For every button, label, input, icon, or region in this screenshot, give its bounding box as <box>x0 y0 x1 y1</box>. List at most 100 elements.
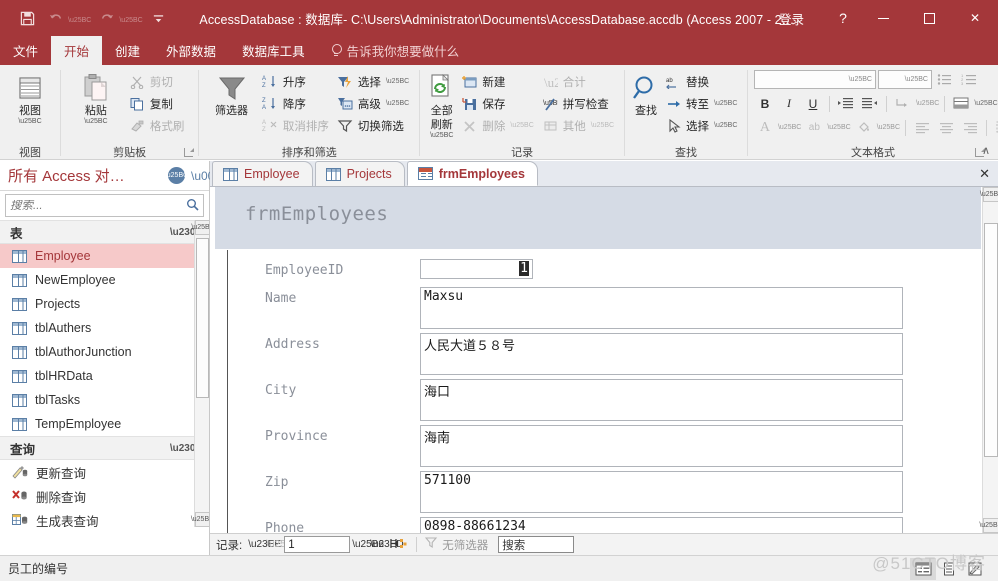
chevron-down-icon[interactable]: \u25BC <box>168 167 185 184</box>
customize-qat-icon[interactable] <box>146 6 172 30</box>
cut-button[interactable]: 剪切 <box>126 71 188 92</box>
filter-button[interactable]: 筛选器 <box>206 69 257 119</box>
last-record-icon[interactable]: \u23ED <box>370 539 386 550</box>
close-button[interactable]: ✕ <box>952 0 998 36</box>
field-input-address[interactable]: 人民大道５８号 <box>420 333 903 375</box>
align-center-button[interactable] <box>935 117 957 138</box>
redo-icon[interactable] <box>94 6 120 30</box>
find-button[interactable]: 查找 <box>632 69 660 119</box>
advanced-filter-button[interactable]: 高级 \u25BC <box>334 93 412 114</box>
view-button[interactable]: 视图 \u25BC <box>7 69 53 127</box>
undo-icon[interactable] <box>43 6 69 30</box>
save-icon[interactable] <box>14 6 40 30</box>
current-record-input[interactable] <box>284 536 350 553</box>
navigation-search-box[interactable] <box>5 194 204 217</box>
goto-button[interactable]: 转至 \u25BC <box>662 93 740 114</box>
toggle-filter-button[interactable]: 切换筛选 <box>334 115 412 136</box>
italic-button[interactable]: I <box>778 93 800 114</box>
next-record-icon[interactable]: \u25B6 <box>352 539 368 550</box>
sidebar-item-tblauthers[interactable]: tblAuthers <box>0 316 209 340</box>
new-record-icon[interactable] <box>388 538 408 552</box>
numbered-list-button[interactable]: 1 2 3 <box>958 69 980 90</box>
sidebar-item-tblauthorjunction[interactable]: tblAuthorJunction <box>0 340 209 364</box>
scroll-up-button[interactable]: \u25B2 <box>983 187 998 202</box>
align-left-button[interactable] <box>911 117 933 138</box>
scroll-down-button[interactable]: \u25BC <box>983 518 998 533</box>
bullet-list-button[interactable] <box>934 69 956 90</box>
nav-group-queries[interactable]: 查询 \u2303 <box>0 436 209 460</box>
copy-button[interactable]: 复制 <box>126 93 188 114</box>
tab-frmemployees[interactable]: frmEmployees <box>407 161 538 186</box>
ribbon-tab-external-data[interactable]: 外部数据 <box>153 36 229 65</box>
replace-button[interactable]: ab 替换 <box>662 71 740 92</box>
sidebar-item-delete-query[interactable]: 删除查询 <box>0 484 209 508</box>
sign-in-button[interactable]: 登录 <box>779 9 804 28</box>
sort-descending-button[interactable]: Z A 降序 <box>259 93 332 114</box>
font-color-button[interactable]: A <box>754 117 776 138</box>
background-color-button[interactable] <box>853 117 875 138</box>
tab-projects[interactable]: Projects <box>315 161 405 186</box>
sidebar-item-projects[interactable]: Projects <box>0 292 209 316</box>
goto-dropdown-icon[interactable]: \u25BC <box>714 100 737 107</box>
text-direction-button[interactable] <box>892 93 914 114</box>
scrollbar-thumb[interactable] <box>984 223 998 457</box>
ribbon-tab-file[interactable]: 文件 <box>0 36 51 65</box>
gridlines-dropdown-icon[interactable]: \u25BC <box>974 100 997 107</box>
clear-sort-button[interactable]: A Z 取消排序 <box>259 115 332 136</box>
sidebar-item-newemployee[interactable]: NewEmployee <box>0 268 209 292</box>
select-button[interactable]: 选择 \u25BC <box>662 115 740 136</box>
paste-button[interactable]: 粘贴 \u25BC <box>68 69 124 127</box>
advanced-dropdown-icon[interactable]: \u25BC <box>386 100 409 107</box>
alternate-row-color-button[interactable] <box>992 117 998 138</box>
sidebar-item-tblhrdata[interactable]: tblHRData <box>0 364 209 388</box>
text-direction-dropdown-icon[interactable]: \u25BC <box>916 100 939 107</box>
increase-indent-button[interactable] <box>835 93 857 114</box>
tell-me-box[interactable]: 告诉我你想要做什么 <box>318 36 460 65</box>
form-scrollbar[interactable]: \u25B2 \u25BC <box>982 187 998 533</box>
field-input-zip[interactable]: 571100 <box>420 471 903 513</box>
font-name-dropdown-icon[interactable]: \u25BC <box>849 76 872 83</box>
spelling-button[interactable]: \u5B57 拼写检查 <box>539 93 617 114</box>
font-size-dropdown-icon[interactable]: \u25BC <box>905 76 928 83</box>
field-input-province[interactable]: 海南 <box>420 425 903 467</box>
scroll-up-button[interactable]: \u25B2 <box>195 220 209 235</box>
help-button[interactable]: ? <box>826 10 860 26</box>
redo-dropdown-icon[interactable]: \u25BC <box>119 17 142 24</box>
sidebar-item-employee[interactable]: Employee <box>0 244 209 268</box>
decrease-indent-button[interactable] <box>859 93 881 114</box>
format-painter-button[interactable]: 格式刷 <box>126 115 188 136</box>
search-input[interactable] <box>10 200 186 212</box>
navigation-pane-scrollbar[interactable]: \u25B2 \u25BC <box>194 220 209 527</box>
bold-button[interactable]: B <box>754 93 776 114</box>
sidebar-item-tbltasks[interactable]: tblTasks <box>0 388 209 412</box>
layout-view-button[interactable] <box>936 558 962 580</box>
undo-dropdown-icon[interactable]: \u25BC <box>68 17 91 24</box>
sort-ascending-button[interactable]: A Z 升序 <box>259 71 332 92</box>
field-input-city[interactable]: 海口 <box>420 379 903 421</box>
field-input-employeeid[interactable]: 1 <box>420 259 533 279</box>
ribbon-tab-home[interactable]: 开始 <box>51 36 102 65</box>
field-input-phone[interactable]: 0898-88661234 <box>420 517 903 533</box>
clipboard-dialog-launcher[interactable] <box>184 148 193 157</box>
background-color-dropdown-icon[interactable]: \u25BC <box>877 124 900 131</box>
scrollbar-thumb[interactable] <box>196 238 209 398</box>
sidebar-item-update-query[interactable]: 更新查询 <box>0 460 209 484</box>
sidebar-item-maketable-query[interactable]: 生成表查询 <box>0 508 209 527</box>
form-view-button[interactable] <box>910 558 936 580</box>
more-button[interactable]: 其他 \u25BC <box>539 115 617 136</box>
design-view-button[interactable] <box>962 558 988 580</box>
font-name-combo[interactable]: \u25BC <box>754 70 876 89</box>
minimize-button[interactable] <box>860 0 906 36</box>
collapse-ribbon-button[interactable]: ∧ <box>982 144 990 157</box>
gridlines-button[interactable] <box>950 93 972 114</box>
maximize-button[interactable] <box>906 0 952 36</box>
close-document-button[interactable]: ✕ <box>979 166 990 182</box>
record-search-input[interactable] <box>498 536 574 553</box>
ribbon-tab-database-tools[interactable]: 数据库工具 <box>229 36 318 65</box>
select-dropdown-icon[interactable]: \u25BC <box>714 122 737 129</box>
text-highlight-button[interactable]: ab <box>803 117 825 138</box>
delete-record-button[interactable]: 删除 \u25BC <box>458 115 536 136</box>
search-icon[interactable] <box>186 198 199 214</box>
sidebar-item-tempemployee[interactable]: TempEmployee <box>0 412 209 436</box>
refresh-all-button[interactable]: 全部刷新 \u25BC <box>427 69 456 140</box>
